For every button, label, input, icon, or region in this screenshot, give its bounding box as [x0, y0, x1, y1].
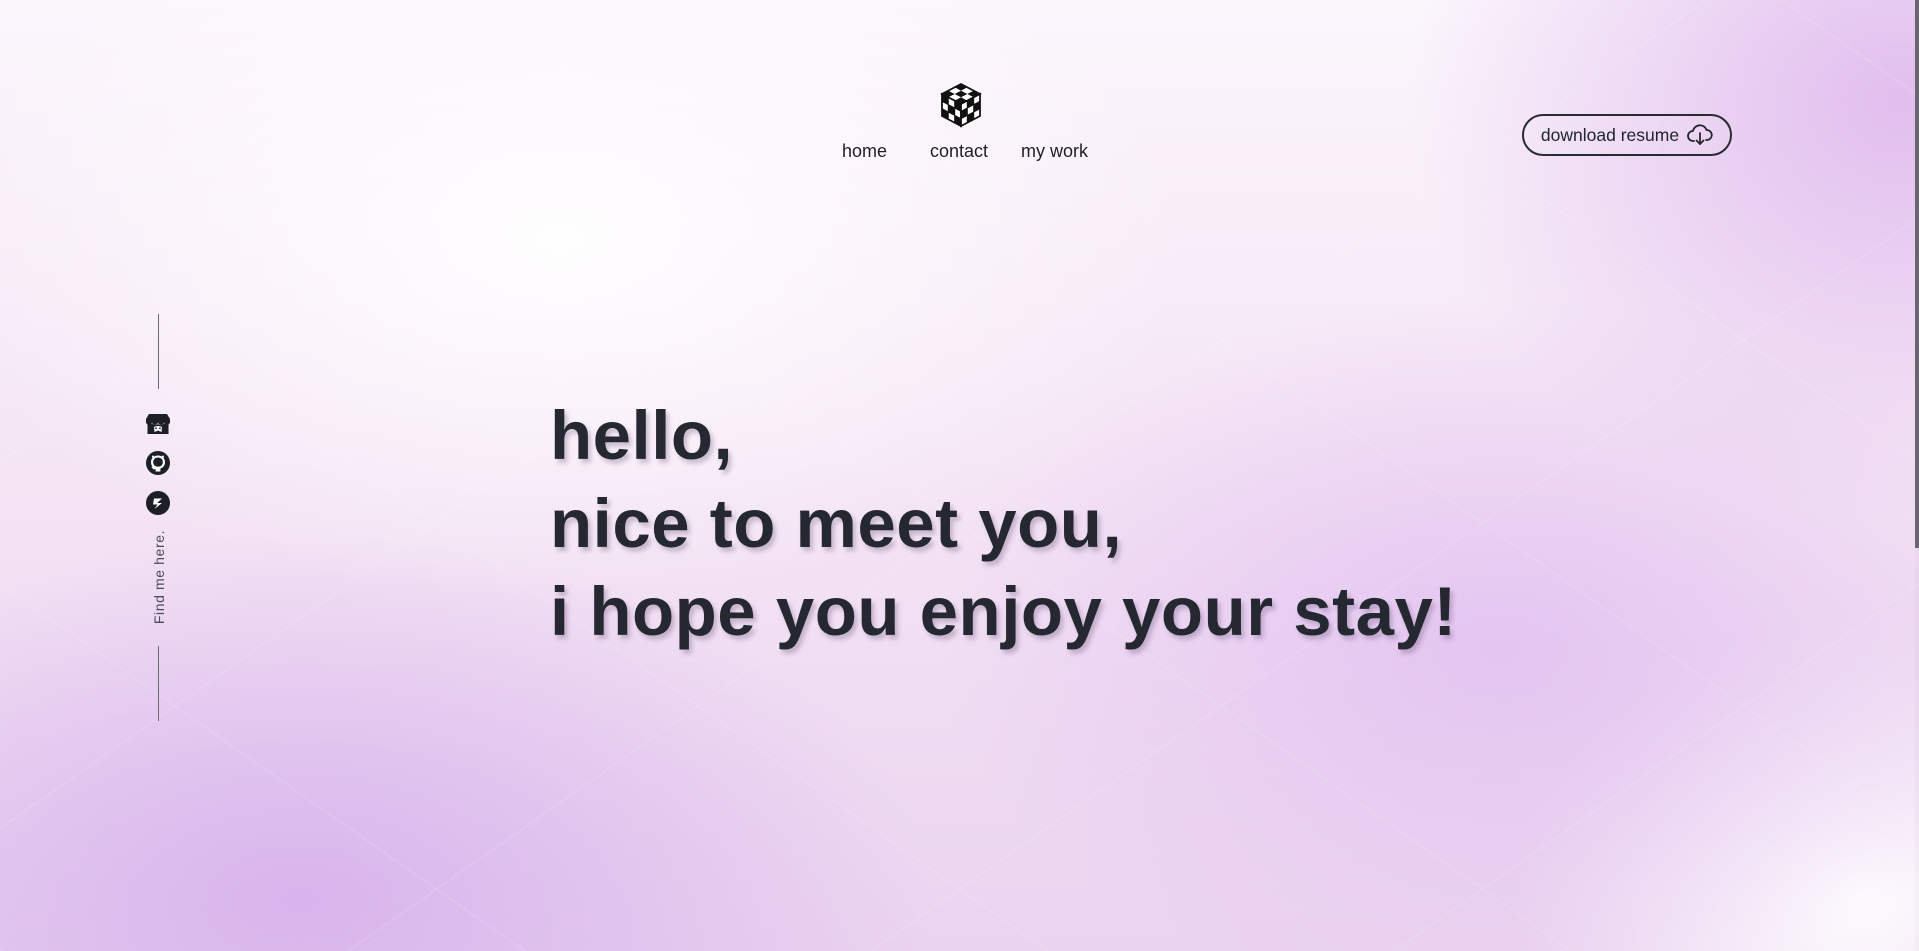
find-me-caption: Find me here.: [151, 529, 167, 625]
nav-home-link[interactable]: home: [842, 141, 887, 162]
sidebar-divider-top: [158, 314, 159, 389]
dribbble-icon[interactable]: [145, 490, 171, 516]
hero-heading: hello, nice to meet you, i hope you enjo…: [550, 392, 1457, 656]
hero-line-greeting: hello,: [550, 397, 734, 474]
scrollbar-thumb[interactable]: [1915, 0, 1919, 548]
hero-line-welcome: i hope you enjoy your stay!: [550, 573, 1457, 650]
cloud-download-icon: [1687, 124, 1713, 145]
github-icon[interactable]: [145, 450, 171, 476]
nav-contact-link[interactable]: contact: [930, 141, 988, 162]
itch-io-icon[interactable]: [145, 411, 171, 437]
nav-my-work-link[interactable]: my work: [1021, 141, 1088, 162]
sidebar-divider-bottom: [158, 646, 159, 721]
hero-line-intro: nice to meet you,: [550, 485, 1123, 562]
scrollbar[interactable]: [1915, 0, 1919, 951]
rubiks-cube-icon[interactable]: [938, 82, 984, 128]
main-nav: home contact my work: [820, 141, 1090, 165]
download-resume-label: download resume: [1540, 124, 1680, 145]
download-resume-button[interactable]: download resume: [1522, 114, 1732, 156]
